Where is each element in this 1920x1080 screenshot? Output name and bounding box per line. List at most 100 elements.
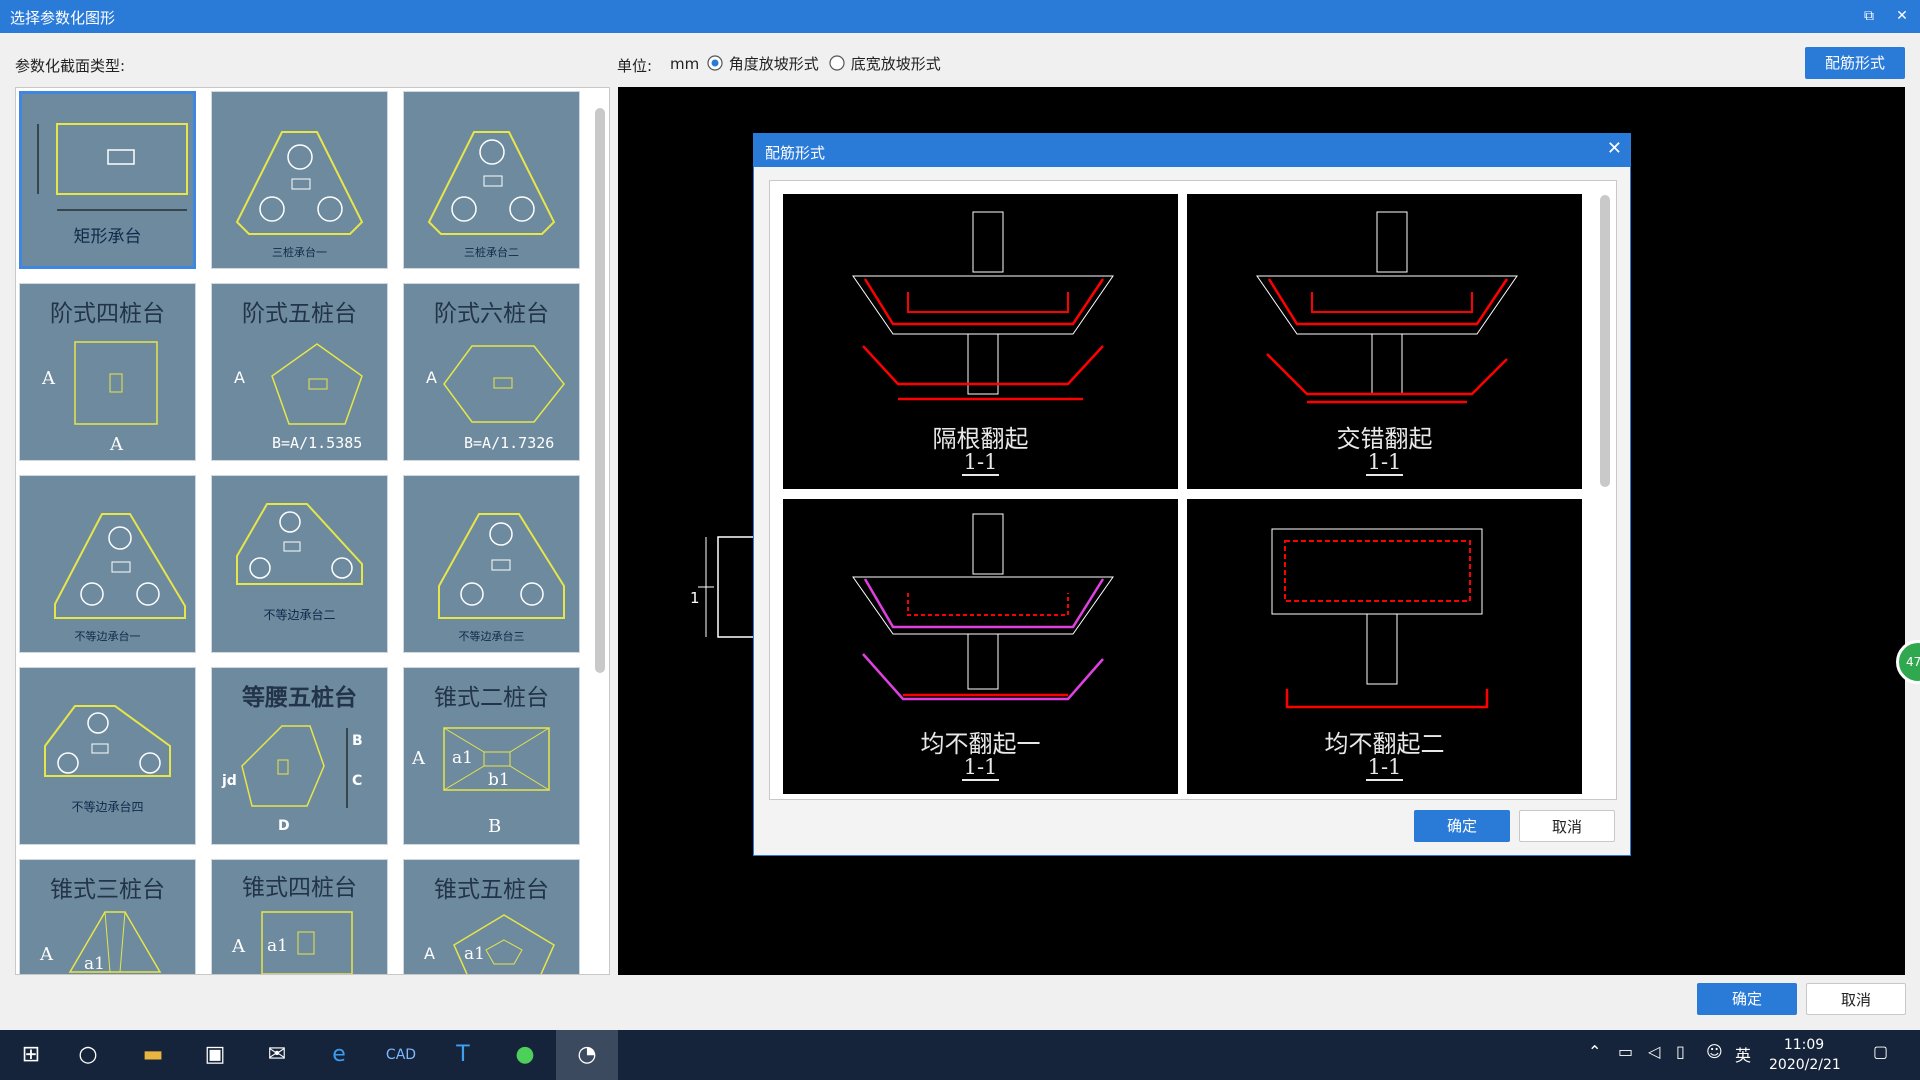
option-title: 交错翻起 [1336, 425, 1433, 453]
clock[interactable]: 11:09 2020/2/21 [1769, 1035, 1841, 1075]
dim-label: A [232, 936, 245, 957]
radio-width[interactable]: 底宽放坡形式 [828, 53, 941, 74]
dim-label: a1 [267, 936, 288, 956]
uneq-cap-icon [438, 513, 565, 619]
tile-rect-cap[interactable]: 矩形承台 [19, 91, 196, 269]
dialog-scrollbar[interactable] [1600, 195, 1610, 487]
text-app-icon[interactable]: T [432, 1030, 494, 1080]
canvas-label: 1 [690, 589, 700, 607]
tile-uneq-4[interactable]: 不等边承台四 [19, 667, 196, 845]
option-title: 隔根翻起 [932, 425, 1029, 453]
option-sub: 1-1 [1365, 755, 1404, 781]
dialog-close-icon[interactable]: ✕ [1607, 138, 1622, 159]
dialog-cancel-button[interactable]: 取消 [1519, 810, 1615, 842]
tile-three-pile-2[interactable]: 三桩承台二 [403, 91, 580, 269]
window-title: 选择参数化图形 [10, 9, 116, 27]
dim-label: D [278, 818, 290, 834]
radio-unchecked-icon [829, 55, 845, 71]
active-app-icon[interactable]: ◔ [556, 1030, 618, 1080]
mail-icon[interactable]: ✉ [246, 1030, 308, 1080]
rebar-option-4[interactable]: 均不翻起二 1-1 [1187, 499, 1582, 794]
rebar-form-dialog[interactable]: 配筋形式 ✕ 隔根翻起 1-1 交错翻起 1-1 均不翻起一 1-1 均不翻起二… [753, 133, 1631, 856]
rebar-form-button[interactable]: 配筋形式 [1805, 47, 1905, 79]
left-scrollbar[interactable] [595, 108, 605, 673]
uneq-cap-icon [54, 513, 186, 619]
unit-value: mm [670, 55, 700, 73]
tile-three-pile-1[interactable]: 三桩承台一 [211, 91, 388, 269]
close-icon[interactable]: ✕ [1888, 4, 1916, 28]
clock-time: 11:09 [1783, 1037, 1825, 1053]
notification-icon[interactable]: ▢ [1873, 1042, 1888, 1061]
ime-indicator[interactable]: 英 [1735, 1042, 1751, 1066]
section-type-list[interactable]: 矩形承台 三桩承台一 三桩承台二 阶式四桩台 A A 阶式五桩台 A B=A/1… [15, 87, 610, 975]
battery-icon[interactable]: ▭ [1618, 1042, 1633, 1061]
option-sub: 1-1 [1365, 450, 1404, 476]
three-pile-icon [427, 131, 556, 235]
volume-icon[interactable]: ◁ [1648, 1042, 1660, 1061]
tile-cone-two[interactable]: 锥式二桩台 A a1 b1 B [403, 667, 580, 845]
radio-width-label: 底宽放坡形式 [850, 55, 941, 73]
dim-label: jd [222, 773, 237, 789]
tile-uneq-2[interactable]: 不等边承台二 [211, 475, 388, 653]
tile-uneq-1[interactable]: 不等边承台一 [19, 475, 196, 653]
dim-label: a1 [452, 748, 473, 768]
dim-label: A [110, 434, 123, 455]
tile-caption: 三桩承台二 [464, 246, 519, 259]
edge-icon[interactable]: e [308, 1030, 370, 1080]
dim-label: a1 [84, 954, 105, 974]
restore-icon[interactable]: ⧉ [1855, 4, 1883, 28]
wechat-icon[interactable]: ● [494, 1030, 556, 1080]
section-type-label: 参数化截面类型: [15, 57, 126, 75]
rebar-option-2[interactable]: 交错翻起 1-1 [1187, 194, 1582, 489]
window-titlebar: 选择参数化图形 ⧉ ✕ [0, 0, 1920, 33]
radio-checked-icon [707, 55, 723, 71]
uneq-cap-icon [236, 503, 363, 585]
tile-cone-five[interactable]: 锥式五桩台 A a1 [403, 859, 580, 974]
tile-caption: 矩形承台 [73, 227, 142, 247]
tile-caption: 三桩承台一 [272, 246, 327, 259]
tile-step-four[interactable]: 阶式四桩台 A A [19, 283, 196, 461]
rebar-option-1[interactable]: 隔根翻起 1-1 [783, 194, 1178, 489]
dim-label: A [234, 368, 245, 387]
search-icon[interactable]: ○ [57, 1030, 119, 1080]
dim-label: B [352, 733, 363, 749]
dim-label: A [412, 748, 425, 769]
dim-label: b1 [488, 770, 510, 790]
three-pile-icon [235, 131, 364, 235]
tile-step-five[interactable]: 阶式五桩台 A B=A/1.5385 [211, 283, 388, 461]
option-sub: 1-1 [961, 450, 1000, 476]
tile-step-six[interactable]: 阶式六桩台 A B=A/1.7326 [403, 283, 580, 461]
user-icon[interactable]: ☺ [1706, 1042, 1723, 1061]
tile-caption: 不等边承台三 [458, 630, 525, 643]
tile-uneq-3[interactable]: 不等边承台三 [403, 475, 580, 653]
tile-caption: 不等边承台四 [71, 800, 144, 814]
taskbar: ⊞ ○ ▬ ▣ ✉ e CAD T ● ◔ ⌃ ▭ ◁ ▯ ☺ 英 ▢ [0, 1030, 1920, 1080]
file-explorer-icon[interactable]: ▬ [122, 1030, 184, 1080]
ok-button[interactable]: 确定 [1697, 983, 1797, 1015]
store-icon[interactable]: ▣ [184, 1030, 246, 1080]
rebar-option-3[interactable]: 均不翻起一 1-1 [783, 499, 1178, 794]
clock-date: 2020/2/21 [1769, 1057, 1841, 1073]
tile-isosceles-five[interactable]: 等腰五桩台 B C D jd [211, 667, 388, 845]
tray-expand-icon[interactable]: ⌃ [1588, 1042, 1601, 1061]
dim-label: A [40, 944, 53, 965]
option-title: 均不翻起二 [1324, 730, 1445, 758]
dim-label: B [488, 816, 502, 837]
tile-caption: 不等边承台一 [74, 630, 141, 643]
cone-four-icon [261, 911, 353, 974]
tile-cone-four[interactable]: 锥式四桩台 A a1 [211, 859, 388, 974]
isosceles-five-icon [241, 725, 348, 808]
rebar-options: 隔根翻起 1-1 交错翻起 1-1 均不翻起一 1-1 均不翻起二 1-1 [769, 180, 1617, 800]
network-icon[interactable]: ▯ [1676, 1042, 1685, 1061]
windows-start-icon[interactable]: ⊞ [0, 1030, 62, 1080]
cancel-button[interactable]: 取消 [1806, 983, 1906, 1015]
dim-label: B=A/1.5385 [272, 434, 363, 452]
cad-app-icon[interactable]: CAD [370, 1030, 432, 1080]
option-sub: 1-1 [961, 755, 1000, 781]
dim-label: A [426, 368, 437, 387]
dialog-ok-button[interactable]: 确定 [1414, 810, 1510, 842]
tile-caption: 不等边承台二 [263, 608, 336, 622]
dim-label: a1 [464, 944, 485, 964]
tile-cone-three[interactable]: 锥式三桩台 A a1 [19, 859, 196, 974]
radio-angle[interactable]: 角度放坡形式 [706, 53, 819, 74]
